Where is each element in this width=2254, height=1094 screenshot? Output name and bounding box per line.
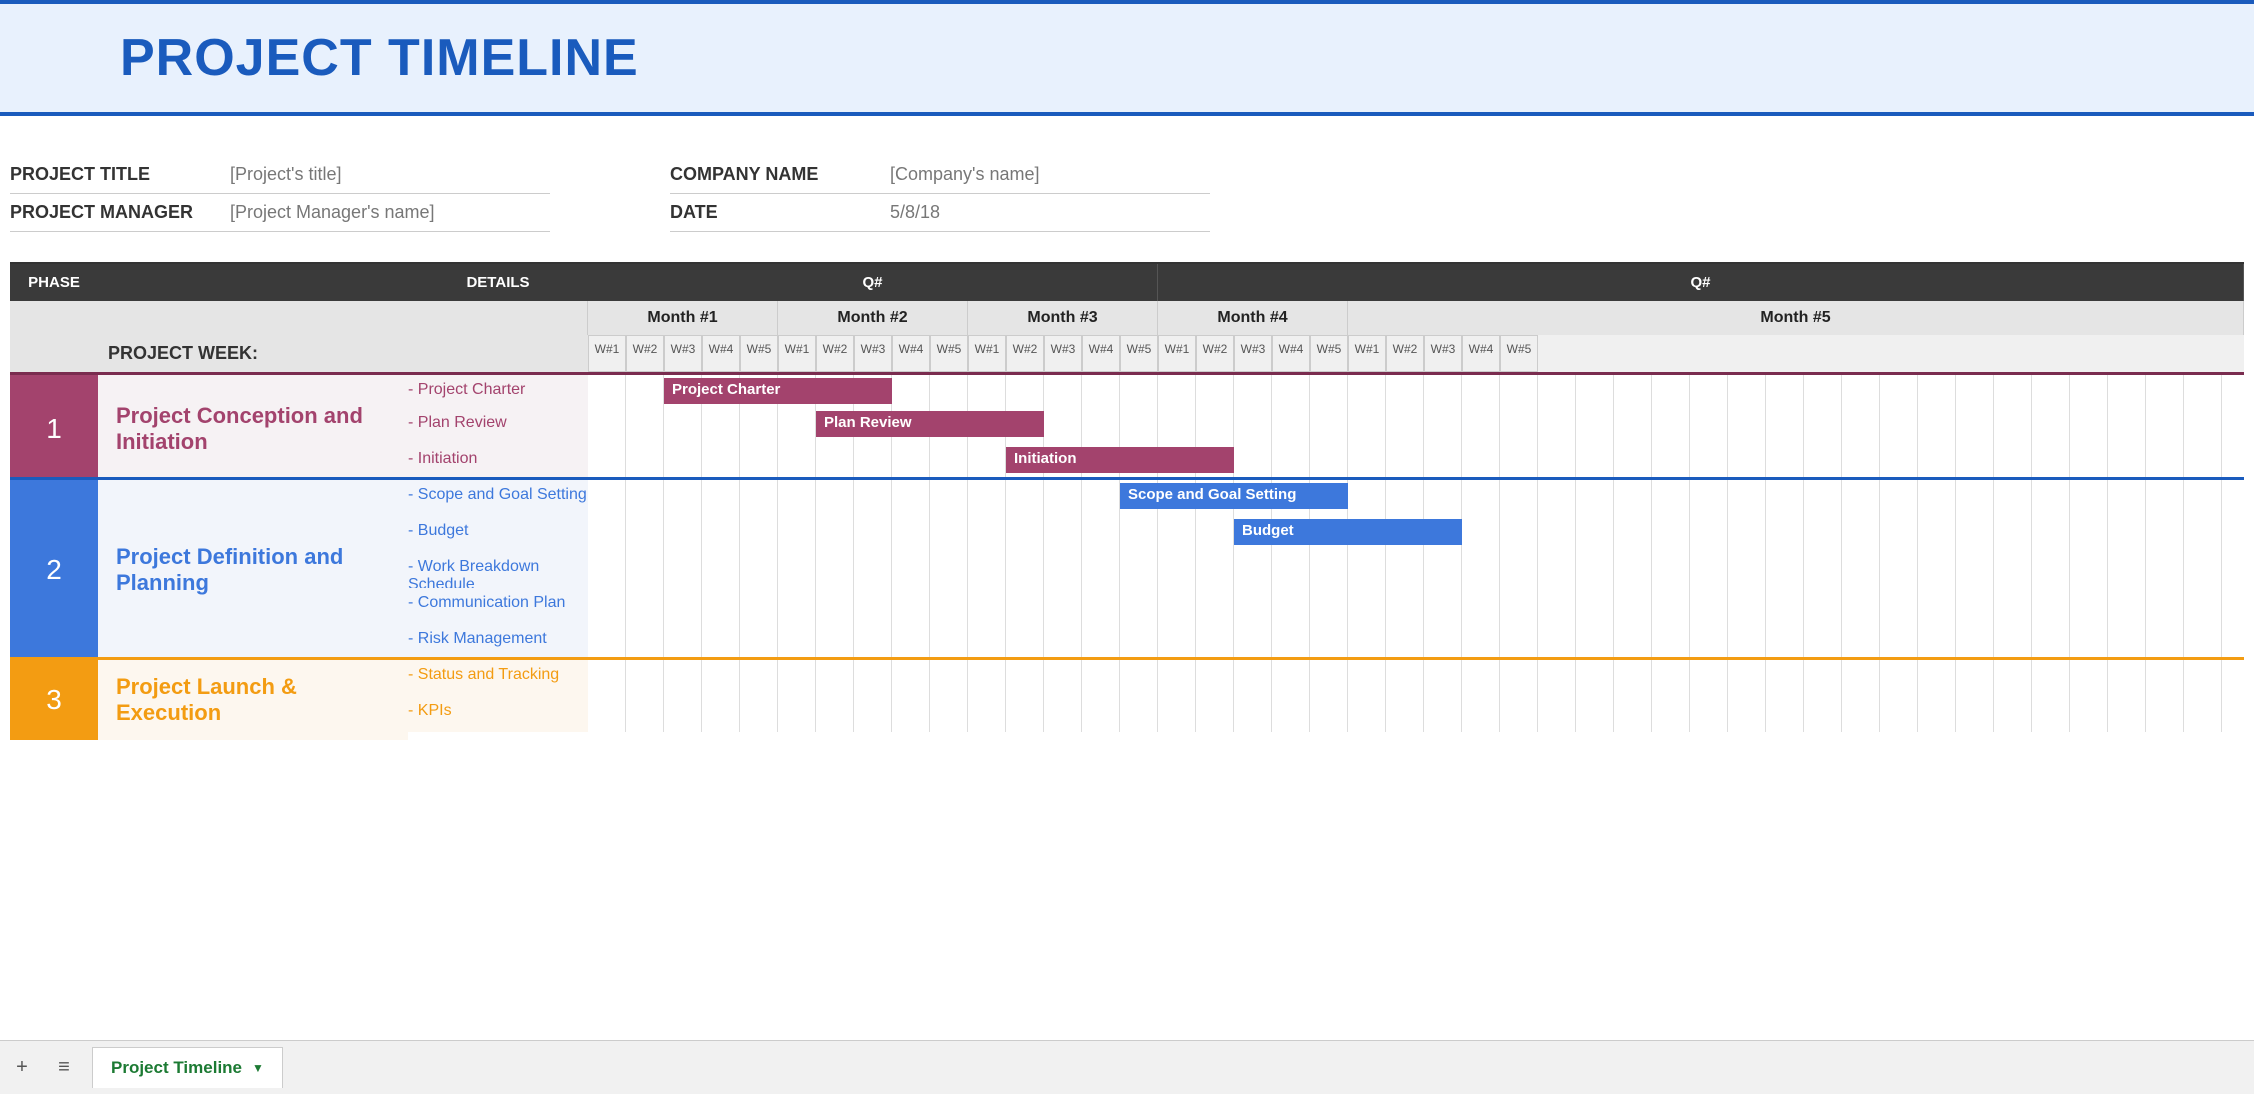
meta-value[interactable]: 5/8/18 xyxy=(890,202,940,223)
detail-cell[interactable]: - Communication Plan xyxy=(408,588,588,624)
meta-label: PROJECT MANAGER xyxy=(10,202,230,223)
detail-cell[interactable]: - Status and Tracking xyxy=(408,660,588,696)
week-cell: W#1 xyxy=(778,335,816,372)
phase-row[interactable]: - Communication Plan xyxy=(10,588,2244,624)
gantt-bar[interactable]: Initiation xyxy=(1006,447,1234,473)
col-quarter2: Q# xyxy=(1158,264,2244,301)
meta-left: PROJECT TITLE [Project's title] PROJECT … xyxy=(10,156,550,232)
week-cell: W#3 xyxy=(664,335,702,372)
week-cell: W#2 xyxy=(1006,335,1044,372)
week-cell: W#1 xyxy=(1158,335,1196,372)
week-cell: W#4 xyxy=(1462,335,1500,372)
gantt-lane[interactable] xyxy=(588,588,2244,624)
gantt-lane[interactable]: Initiation xyxy=(588,444,2244,477)
col-details: DETAILS xyxy=(408,264,588,301)
week-cell: W#3 xyxy=(1234,335,1272,372)
month-cell: Month #4 xyxy=(1158,301,1348,335)
header-row-weeks: PROJECT WEEK: W#1 W#2 W#3 W#4 W#5 W#1 W#… xyxy=(10,335,2244,372)
title-banner: PROJECT TIMELINE xyxy=(0,0,2254,116)
week-cell: W#5 xyxy=(1500,335,1538,372)
week-cell: W#2 xyxy=(1196,335,1234,372)
week-cell: W#4 xyxy=(702,335,740,372)
week-cell: W#3 xyxy=(1044,335,1082,372)
week-cell: W#3 xyxy=(1424,335,1462,372)
meta-value[interactable]: [Project's title] xyxy=(230,164,341,185)
gantt-lane[interactable] xyxy=(588,696,2244,732)
detail-cell[interactable]: - Project Charter xyxy=(408,375,588,408)
meta-row[interactable]: COMPANY NAME [Company's name] xyxy=(670,156,1210,194)
month-cell: Month #1 xyxy=(588,301,778,335)
week-cell: W#3 xyxy=(854,335,892,372)
phase-row[interactable]: - Initiation Initiation xyxy=(10,444,2244,480)
sheet-tab[interactable]: Project Timeline ▼ xyxy=(92,1047,283,1088)
col-quarter: Q# xyxy=(588,264,1158,301)
detail-cell[interactable]: - Plan Review xyxy=(408,408,588,444)
week-cell: W#4 xyxy=(892,335,930,372)
week-cell: W#5 xyxy=(1120,335,1158,372)
col-phase: PHASE xyxy=(10,264,98,301)
month-cell: Month #2 xyxy=(778,301,968,335)
detail-cell[interactable]: - Scope and Goal Setting xyxy=(408,480,588,516)
add-sheet-button[interactable]: + xyxy=(8,1054,36,1082)
phase-row[interactable]: 3 Project Launch & Execution - Status an… xyxy=(10,660,2244,696)
meta-label: DATE xyxy=(670,202,890,223)
week-cell: W#1 xyxy=(588,335,626,372)
header-row-months: Month #1 Month #2 Month #3 Month #4 Mont… xyxy=(10,301,2244,335)
week-cell: W#4 xyxy=(1272,335,1310,372)
phase-row[interactable]: - KPIs xyxy=(10,696,2244,732)
week-cell: W#4 xyxy=(1082,335,1120,372)
fade-cutoff xyxy=(0,1000,2254,1040)
month-cell: Month #5 xyxy=(1348,301,2244,335)
week-cell: W#2 xyxy=(1386,335,1424,372)
phase-row[interactable]: - Plan Review Plan Review xyxy=(10,408,2244,444)
phase-row[interactable]: 1 Project Conception and Initiation - Pr… xyxy=(10,372,2244,408)
meta-row[interactable]: PROJECT TITLE [Project's title] xyxy=(10,156,550,194)
schedule-grid[interactable]: PHASE DETAILS Q# Q# Month #1 Month #2 Mo… xyxy=(10,262,2244,732)
week-cell: W#5 xyxy=(1310,335,1348,372)
header-row-top: PHASE DETAILS Q# Q# xyxy=(10,264,2244,301)
gantt-lane[interactable] xyxy=(588,552,2244,588)
sheet-tabs: + ≡ Project Timeline ▼ xyxy=(0,1040,2254,1094)
caret-down-icon: ▼ xyxy=(252,1061,264,1075)
gantt-lane[interactable]: Budget xyxy=(588,516,2244,552)
gantt-bar[interactable]: Scope and Goal Setting xyxy=(1120,483,1348,509)
week-cell: W#1 xyxy=(1348,335,1386,372)
month-cell: Month #3 xyxy=(968,301,1158,335)
gantt-lane[interactable]: Plan Review xyxy=(588,408,2244,444)
phase-row[interactable]: - Work Breakdown Schedule xyxy=(10,552,2244,588)
phase-row[interactable]: 2 Project Definition and Planning - Scop… xyxy=(10,480,2244,516)
phase-row[interactable]: - Risk Management xyxy=(10,624,2244,660)
project-week-label: PROJECT WEEK: xyxy=(98,335,588,372)
gantt-lane[interactable]: Scope and Goal Setting xyxy=(588,480,2244,516)
gantt-lane[interactable] xyxy=(588,660,2244,696)
detail-cell[interactable]: - Risk Management xyxy=(408,624,588,657)
meta-right: COMPANY NAME [Company's name] DATE 5/8/1… xyxy=(670,156,1210,232)
detail-cell[interactable]: - Initiation xyxy=(408,444,588,477)
week-cell: W#2 xyxy=(626,335,664,372)
gantt-lane[interactable]: Project Charter xyxy=(588,375,2244,408)
detail-cell[interactable]: - Budget xyxy=(408,516,588,552)
meta-row[interactable]: PROJECT MANAGER [Project Manager's name] xyxy=(10,194,550,232)
week-cell: W#5 xyxy=(930,335,968,372)
meta-label: COMPANY NAME xyxy=(670,164,890,185)
gantt-bar[interactable]: Project Charter xyxy=(664,378,892,404)
week-cell: W#2 xyxy=(816,335,854,372)
meta-label: PROJECT TITLE xyxy=(10,164,230,185)
meta-value[interactable]: [Project Manager's name] xyxy=(230,202,435,223)
gantt-bar[interactable]: Budget xyxy=(1234,519,1462,545)
all-sheets-button[interactable]: ≡ xyxy=(50,1054,78,1082)
meta-value[interactable]: [Company's name] xyxy=(890,164,1040,185)
gantt-lane[interactable] xyxy=(588,624,2244,657)
detail-cell[interactable]: - KPIs xyxy=(408,696,588,732)
week-cell: W#1 xyxy=(968,335,1006,372)
gantt-bar[interactable]: Plan Review xyxy=(816,411,1044,437)
sheet-tab-label: Project Timeline xyxy=(111,1058,242,1078)
page-title: PROJECT TIMELINE xyxy=(120,28,2254,88)
meta-section: PROJECT TITLE [Project's title] PROJECT … xyxy=(0,116,2254,262)
phase-row[interactable]: - Budget Budget xyxy=(10,516,2244,552)
meta-row[interactable]: DATE 5/8/18 xyxy=(670,194,1210,232)
detail-cell[interactable]: - Work Breakdown Schedule xyxy=(408,552,588,588)
week-cell: W#5 xyxy=(740,335,778,372)
